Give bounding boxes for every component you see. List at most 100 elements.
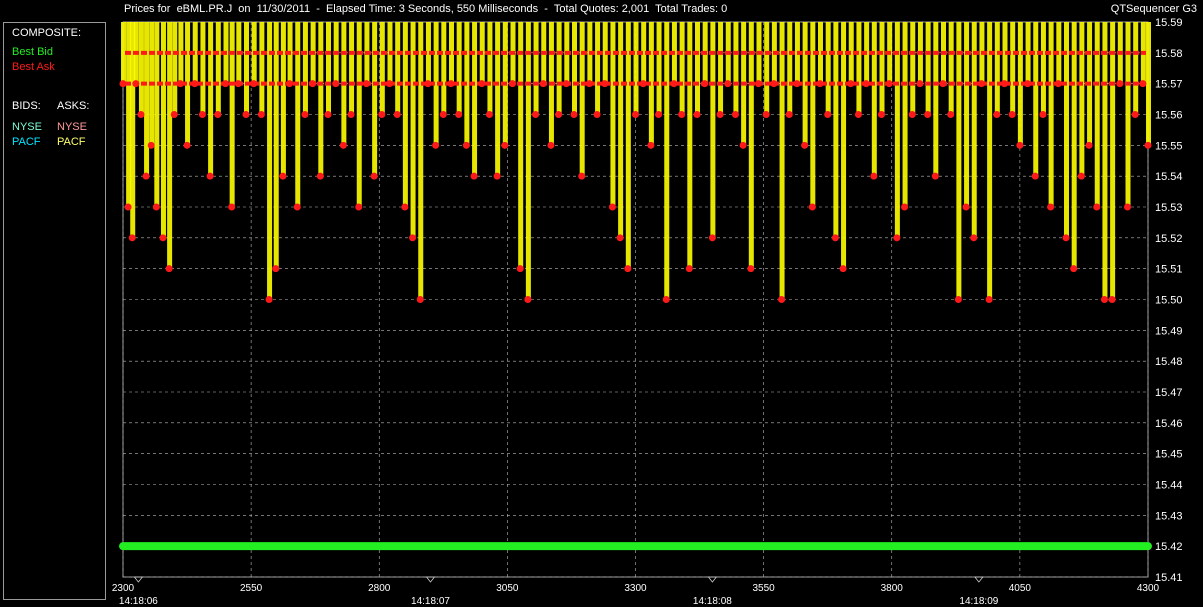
y-tick-label: 15.51	[1155, 264, 1183, 276]
best-ask-point	[924, 111, 932, 118]
best-ask-point	[206, 172, 214, 180]
ask-fill	[956, 22, 962, 300]
best-ask-point	[808, 203, 816, 211]
best-ask-point	[893, 234, 901, 242]
best-ask-point	[493, 172, 501, 180]
ask-fill	[154, 22, 160, 207]
y-tick-label: 15.55	[1155, 140, 1183, 152]
best-ask-point	[755, 80, 762, 88]
ask-fill	[964, 22, 970, 207]
best-ask-point	[447, 80, 455, 88]
ask-fill	[610, 22, 616, 207]
best-ask-point	[854, 111, 862, 118]
best-ask-point	[272, 265, 280, 273]
ask-fill	[810, 22, 816, 207]
ask-fill	[948, 22, 954, 115]
best-ask-point	[1016, 141, 1024, 149]
best-ask-point	[1031, 172, 1039, 180]
best-ask-point	[939, 80, 947, 88]
ask-fill	[572, 22, 577, 115]
best-ask-point	[701, 80, 709, 88]
best-ask-point	[747, 265, 755, 273]
time-tick-label: 14:18:09	[959, 596, 998, 607]
best-ask-point	[954, 296, 962, 303]
best-ask-point	[1108, 296, 1116, 303]
ask-fill	[402, 22, 408, 207]
best-ask-point	[462, 141, 470, 149]
y-tick-label: 15.58	[1155, 48, 1183, 60]
best-ask-point	[1116, 80, 1124, 88]
best-ask-point	[570, 111, 578, 118]
best-ask-point	[1131, 111, 1139, 118]
y-tick-label: 15.46	[1155, 418, 1183, 430]
ask-fill	[295, 22, 301, 207]
ask-fill	[695, 22, 700, 115]
ask-fill	[595, 22, 601, 115]
best-ask-point	[993, 111, 1001, 118]
best-ask-point	[1070, 265, 1078, 273]
best-ask-point	[378, 111, 386, 118]
y-tick-label: 15.49	[1155, 325, 1183, 337]
y-tick-label: 15.54	[1155, 171, 1183, 183]
ask-fill	[349, 22, 355, 115]
best-ask-point	[539, 80, 547, 88]
best-ask-point	[386, 80, 393, 88]
ask-fill	[273, 22, 279, 269]
best-ask-point	[1001, 80, 1008, 88]
ask-fill	[379, 22, 385, 115]
best-ask-point	[931, 172, 939, 180]
ask-fill	[259, 22, 265, 115]
best-ask-point	[593, 111, 601, 118]
ask-fill	[764, 22, 770, 115]
best-ask-point	[662, 296, 670, 303]
price-chart: 15.59 15.58 15.57 15.56 15.55 15.54 15.53 15.52…	[112, 17, 1183, 607]
ask-fill	[679, 22, 685, 115]
ask-fill	[418, 22, 424, 300]
best-ask-point	[778, 296, 786, 303]
best-ask-point	[862, 80, 870, 88]
best-ask-point	[724, 80, 732, 88]
best-ask-point	[985, 296, 993, 303]
ask-fill	[664, 22, 670, 300]
ask-fill	[215, 22, 221, 115]
best-ask-point	[1077, 172, 1085, 180]
ask-fill	[244, 22, 249, 115]
best-ask-point	[455, 111, 463, 118]
x-tick-label: 3800	[881, 583, 904, 594]
y-tick-label: 15.45	[1155, 449, 1183, 461]
ask-fill	[441, 22, 447, 115]
y-tick-label: 15.59	[1155, 17, 1183, 29]
best-ask-point	[1100, 296, 1108, 303]
ask-fill	[229, 22, 235, 207]
best-ask-point	[831, 234, 839, 242]
best-ask-point	[731, 111, 739, 118]
ask-fill	[302, 22, 308, 115]
best-ask-point	[516, 265, 524, 273]
best-ask-point	[183, 141, 191, 149]
time-marker	[133, 576, 144, 583]
best-ask-point	[739, 141, 747, 149]
ask-fill	[787, 22, 793, 115]
best-ask-point	[293, 203, 301, 211]
ask-fill	[1033, 22, 1039, 177]
best-ask-point	[132, 80, 140, 88]
best-ask-point	[137, 111, 145, 118]
ask-fill	[487, 22, 493, 115]
ask-fill	[633, 22, 639, 115]
best-ask-point	[152, 203, 160, 211]
ask-fill	[656, 22, 662, 115]
best-ask-point	[908, 111, 916, 118]
best-ask-point	[416, 296, 424, 303]
best-ask-point	[585, 80, 593, 88]
ask-fill	[1094, 22, 1100, 207]
best-ask-point	[393, 111, 401, 118]
x-tick-label: 4300	[1137, 583, 1160, 594]
best-ask-point	[401, 203, 409, 211]
ask-fill	[825, 22, 831, 115]
best-ask-point	[432, 141, 440, 149]
best-ask-point	[962, 203, 970, 211]
y-tick-label: 15.41	[1155, 572, 1183, 584]
best-ask-point	[970, 234, 978, 242]
best-ask-point	[785, 111, 793, 118]
ask-fill	[456, 22, 462, 115]
